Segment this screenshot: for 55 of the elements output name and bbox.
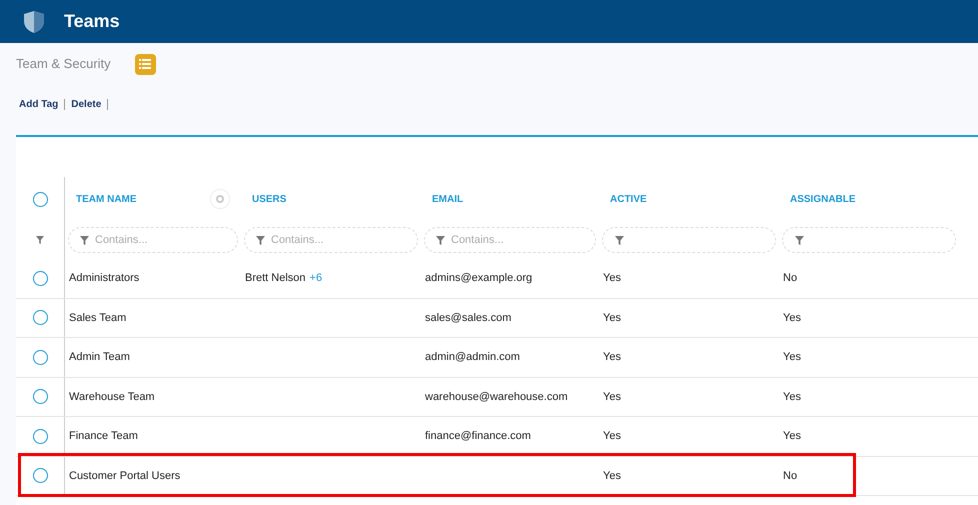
table-cell-text: Yes bbox=[783, 350, 801, 365]
column-header[interactable]: ACTIVE bbox=[610, 192, 647, 206]
table-cell-text: warehouse@warehouse.com bbox=[425, 390, 568, 404]
column-header[interactable]: TEAM NAME bbox=[76, 192, 137, 206]
row-checkbox[interactable] bbox=[32, 389, 48, 404]
filter-icon bbox=[615, 236, 624, 244]
filter-field[interactable]: Contains... bbox=[424, 227, 596, 253]
list-icon bbox=[139, 59, 152, 69]
filter-icon bbox=[256, 236, 265, 245]
table-cell-text: Yes bbox=[603, 350, 621, 365]
row-checkbox[interactable] bbox=[32, 192, 48, 206]
table-cell-text: Yes bbox=[603, 310, 621, 326]
table-cell-text: admin@admin.com bbox=[425, 350, 520, 365]
table-cell-text: Customer Portal Users bbox=[69, 468, 180, 484]
table-cell-text: Warehouse Team bbox=[69, 390, 155, 404]
filter-field[interactable]: Contains... bbox=[244, 227, 418, 253]
table-cell-text: Sales Team bbox=[69, 310, 126, 326]
table-cell-text: sales@sales.com bbox=[425, 310, 512, 326]
table-cell-text: Yes bbox=[783, 390, 801, 404]
table-cell-text: Yes bbox=[603, 468, 621, 484]
table-cell-text: Yes bbox=[783, 429, 801, 444]
filter-icon bbox=[436, 236, 445, 245]
list-button[interactable] bbox=[134, 54, 156, 74]
row-checkbox[interactable] bbox=[32, 428, 48, 444]
shield-icon bbox=[24, 10, 44, 32]
table-cell-text: Finance Team bbox=[69, 429, 138, 444]
page-title: Teams bbox=[64, 10, 120, 33]
column-header[interactable]: EMAIL bbox=[432, 192, 464, 206]
filter-icon bbox=[80, 236, 89, 245]
row-checkbox[interactable] bbox=[32, 468, 48, 484]
table-cell-text: Yes bbox=[603, 390, 621, 404]
filter-icon bbox=[795, 236, 804, 244]
column-header[interactable]: ASSIGNABLE bbox=[790, 192, 856, 206]
breadcrumb: Team & Security bbox=[16, 55, 111, 74]
table-cell-text: admins@example.org bbox=[425, 271, 532, 286]
filter-field[interactable] bbox=[602, 227, 776, 253]
table-cell-text: No bbox=[783, 271, 798, 286]
row-checkbox[interactable] bbox=[32, 350, 48, 365]
row-checkbox[interactable] bbox=[32, 310, 48, 326]
table-cell-text: Brett Nelson bbox=[245, 271, 306, 286]
toolbar-link[interactable]: Add Tag bbox=[19, 96, 58, 112]
filter-field[interactable] bbox=[782, 227, 956, 253]
filter-field[interactable]: Contains... bbox=[68, 227, 238, 253]
table-cell-text: Yes bbox=[783, 310, 801, 326]
table-cell-text: Admin Team bbox=[69, 350, 130, 365]
toolbar-link[interactable]: Delete bbox=[71, 96, 102, 112]
row-checkbox[interactable] bbox=[32, 270, 48, 286]
more-users-link[interactable]: +6 bbox=[310, 270, 322, 286]
table-cell-text: finance@finance.com bbox=[425, 429, 531, 444]
filter-icon bbox=[36, 236, 44, 244]
table-cell-text: Yes bbox=[603, 429, 621, 444]
table-cell-text: Yes bbox=[603, 271, 621, 286]
table-cell-text: Administrators bbox=[69, 271, 140, 286]
table-cell-text: No bbox=[783, 468, 798, 484]
column-header[interactable]: USERS bbox=[252, 192, 286, 206]
